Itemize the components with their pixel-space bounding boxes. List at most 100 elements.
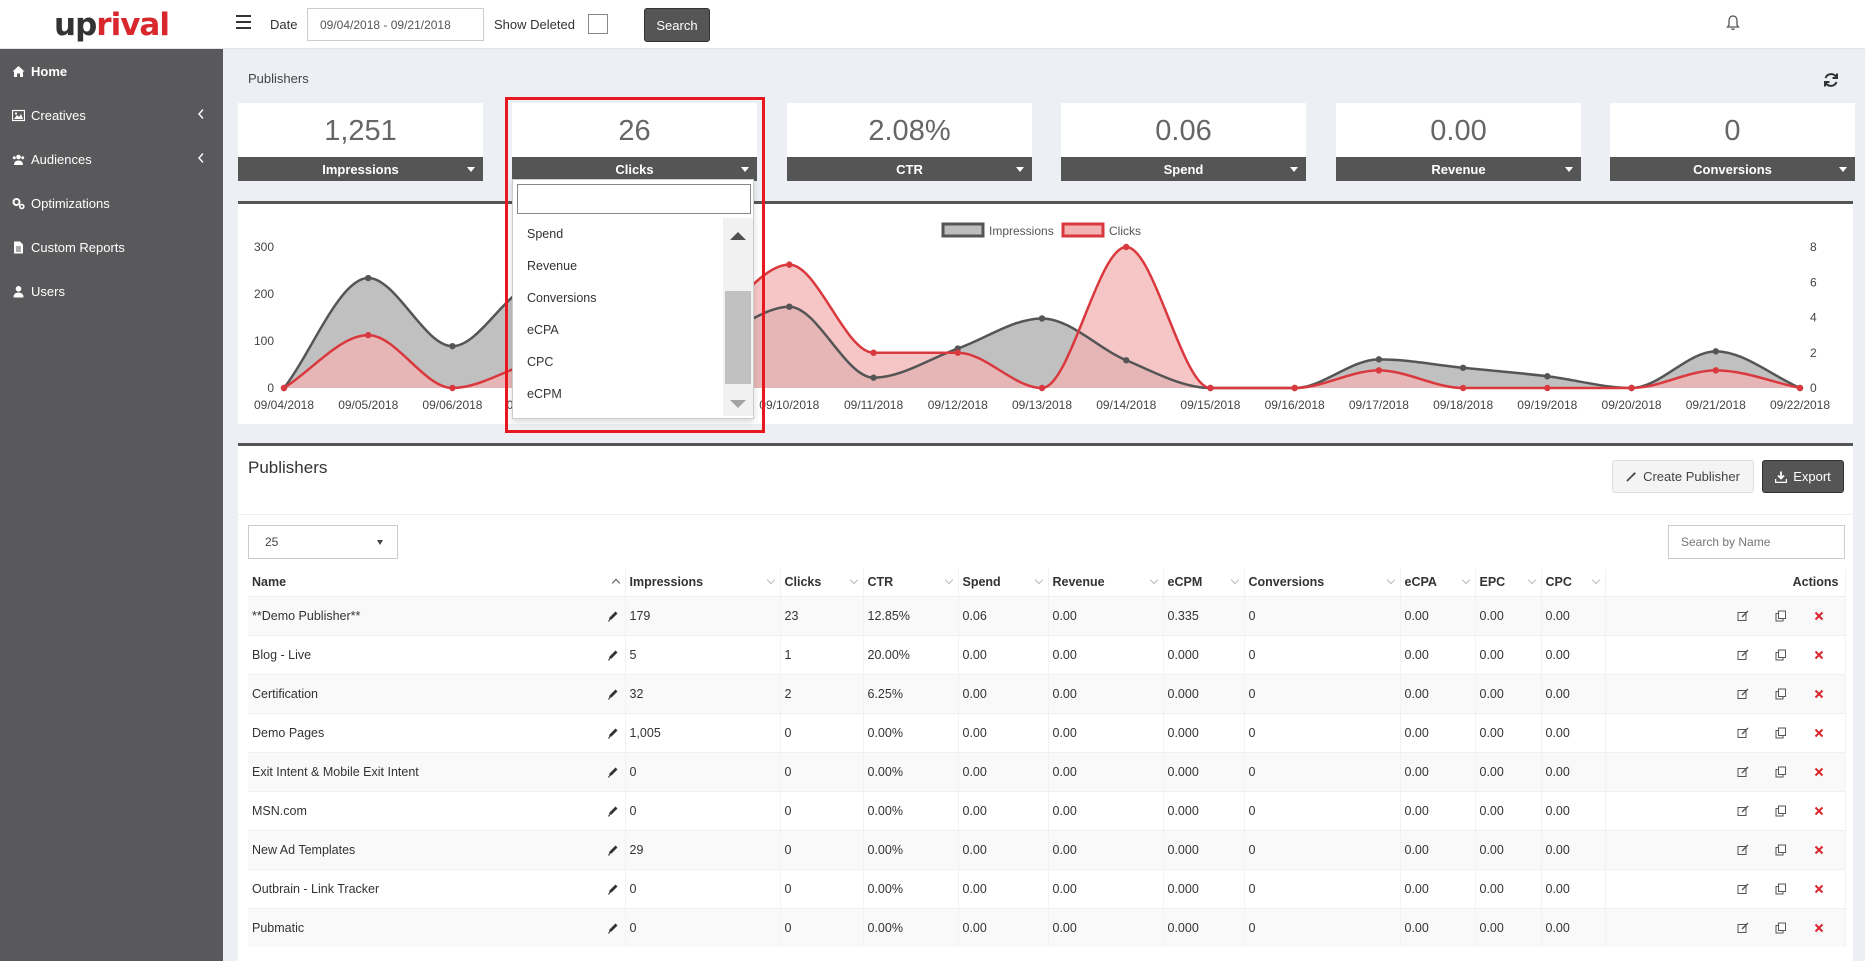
column-label: Revenue (1052, 575, 1105, 590)
pencil-icon[interactable] (607, 766, 619, 778)
cell-text: 0.000 (1167, 647, 1199, 662)
cell-ecpa: 0.00 (1400, 868, 1476, 908)
column-header-ecpm[interactable]: eCPM (1163, 569, 1245, 597)
cell-text: 0 (784, 842, 792, 857)
scroll-thumb[interactable] (725, 291, 751, 384)
pencil-icon[interactable] (607, 922, 619, 934)
scroll-down-arrow-icon[interactable] (730, 400, 746, 408)
uprival-logo[interactable]: up rival (0, 0, 223, 49)
stat-metric-select[interactable]: Conversions (1610, 157, 1855, 181)
pencil-icon[interactable] (607, 844, 619, 856)
pencil-icon[interactable] (607, 649, 619, 661)
copy-icon[interactable] (1775, 766, 1787, 778)
delete-icon[interactable] (1813, 883, 1825, 895)
delete-icon[interactable] (1813, 610, 1825, 622)
hamburger-menu-icon[interactable] (236, 15, 251, 29)
sidebar-item-optimizations[interactable]: Optimizations (0, 181, 223, 225)
copy-icon[interactable] (1775, 805, 1787, 817)
column-label: eCPM (1167, 575, 1203, 590)
stat-metric-select[interactable]: Clicks (512, 157, 757, 181)
stat-metric-select[interactable]: CTR (787, 157, 1032, 181)
delete-icon[interactable] (1813, 844, 1825, 856)
delete-icon[interactable] (1813, 805, 1825, 817)
show-deleted-checkbox[interactable] (588, 14, 608, 34)
copy-icon[interactable] (1775, 844, 1787, 856)
stat-box-conversions: 0 Conversions (1610, 103, 1855, 181)
dropdown-option-conversions[interactable]: Conversions (517, 282, 723, 314)
pencil-icon[interactable] (607, 727, 619, 739)
page-size-select[interactable]: 25 (248, 525, 398, 559)
delete-icon[interactable] (1813, 649, 1825, 661)
delete-icon[interactable] (1813, 766, 1825, 778)
search-by-name-input[interactable] (1668, 525, 1845, 559)
cell-text: 0 (629, 764, 637, 779)
edit-icon[interactable] (1737, 688, 1749, 700)
copy-icon[interactable] (1775, 610, 1787, 622)
column-header-conversions[interactable]: Conversions (1244, 569, 1401, 597)
edit-icon[interactable] (1737, 610, 1749, 622)
cell-impressions: 0 (625, 790, 781, 830)
edit-icon[interactable] (1737, 727, 1749, 739)
dropdown-scrollbar[interactable] (723, 218, 753, 416)
edit-icon[interactable] (1737, 883, 1749, 895)
column-header-epc[interactable]: EPC (1475, 569, 1542, 597)
edit-icon[interactable] (1737, 844, 1749, 856)
cell-ctr: 12.85% (863, 595, 959, 635)
copy-icon[interactable] (1775, 727, 1787, 739)
pencil-icon[interactable] (607, 805, 619, 817)
column-header-clicks[interactable]: Clicks (780, 569, 864, 597)
column-header-name[interactable]: Name (248, 569, 626, 597)
panel-title: Publishers (248, 458, 328, 477)
dropdown-search-input[interactable] (517, 184, 751, 214)
refresh-icon[interactable] (1822, 71, 1840, 89)
scroll-up-arrow-icon[interactable] (730, 232, 746, 240)
cell-clicks: 0 (780, 868, 864, 908)
data-point-impressions (870, 374, 877, 381)
stat-metric-select[interactable]: Impressions (238, 157, 483, 181)
edit-icon[interactable] (1737, 649, 1749, 661)
pencil-icon[interactable] (607, 610, 619, 622)
column-header-ctr[interactable]: CTR (863, 569, 959, 597)
column-header-ecpa[interactable]: eCPA (1400, 569, 1476, 597)
cell-ecpa: 0.00 (1400, 790, 1476, 830)
copy-icon[interactable] (1775, 883, 1787, 895)
delete-icon[interactable] (1813, 727, 1825, 739)
cell-text: Pubmatic (252, 920, 305, 935)
pencil-icon[interactable] (607, 883, 619, 895)
dropdown-option-revenue[interactable]: Revenue (517, 250, 723, 282)
dropdown-option-cpc[interactable]: CPC (517, 346, 723, 378)
column-header-cpc[interactable]: CPC (1541, 569, 1606, 597)
date-range-input[interactable] (307, 8, 484, 41)
sidebar-item-home[interactable]: Home (0, 49, 223, 93)
cell-text: 0.00 (1545, 764, 1570, 779)
column-header-spend[interactable]: Spend (958, 569, 1049, 597)
copy-icon[interactable] (1775, 649, 1787, 661)
column-header-impressions[interactable]: Impressions (625, 569, 781, 597)
copy-icon[interactable] (1775, 922, 1787, 934)
bell-icon[interactable] (1725, 14, 1741, 32)
edit-icon[interactable] (1737, 922, 1749, 934)
sidebar-item-users[interactable]: Users (0, 269, 223, 313)
export-button[interactable]: Export (1762, 460, 1844, 493)
stat-metric-select[interactable]: Spend (1061, 157, 1306, 181)
edit-icon[interactable] (1737, 805, 1749, 817)
create-publisher-button[interactable]: Create Publisher (1612, 460, 1754, 493)
cell-text: 0.00 (1404, 608, 1429, 623)
edit-icon[interactable] (1737, 766, 1749, 778)
cell-text: 0 (1248, 764, 1256, 779)
pencil-icon[interactable] (607, 688, 619, 700)
sidebar-item-custom-reports[interactable]: Custom Reports (0, 225, 223, 269)
copy-icon[interactable] (1775, 688, 1787, 700)
stat-metric-select[interactable]: Revenue (1336, 157, 1581, 181)
dropdown-option-ecpm[interactable]: eCPM (517, 378, 723, 410)
sidebar-item-audiences[interactable]: Audiences (0, 137, 223, 181)
search-button[interactable]: Search (644, 8, 710, 42)
dropdown-option-ecpa[interactable]: eCPA (517, 314, 723, 346)
dropdown-option-spend[interactable]: Spend (517, 218, 723, 250)
stat-value: 0 (1724, 115, 1741, 147)
column-header-revenue[interactable]: Revenue (1048, 569, 1164, 597)
stat-value: 2.08% (868, 115, 951, 147)
delete-icon[interactable] (1813, 688, 1825, 700)
sidebar-item-creatives[interactable]: Creatives (0, 93, 223, 137)
delete-icon[interactable] (1813, 922, 1825, 934)
